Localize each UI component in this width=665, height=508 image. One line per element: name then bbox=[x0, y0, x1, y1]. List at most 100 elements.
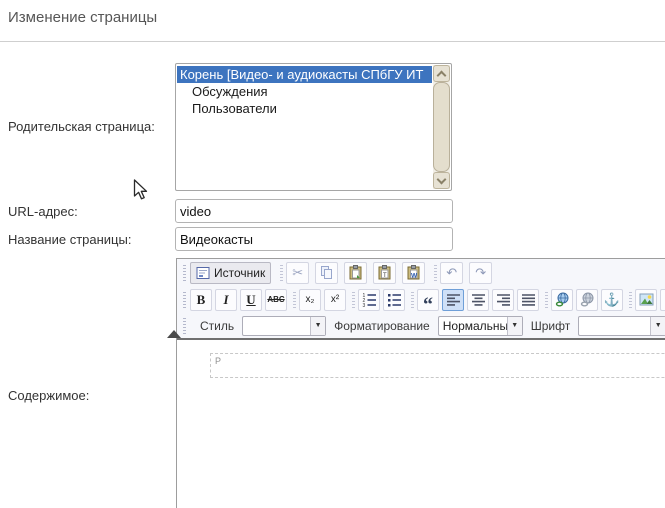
scrollbar-thumb[interactable] bbox=[433, 82, 450, 172]
link-icon bbox=[555, 292, 570, 307]
toolbar-row-3: Стиль ▼ Форматирование Нормальный ▼ Шриф… bbox=[177, 313, 665, 338]
toolbar-separator bbox=[280, 265, 283, 281]
svg-text:3: 3 bbox=[362, 303, 365, 307]
url-label: URL-адрес: bbox=[8, 204, 78, 219]
ordered-list-icon: 123 bbox=[362, 292, 377, 307]
underline-button[interactable]: U bbox=[240, 289, 262, 311]
list-item[interactable]: Пользователи bbox=[177, 100, 432, 117]
url-input[interactable] bbox=[175, 199, 453, 223]
anchor-button[interactable]: ⚓ bbox=[601, 289, 623, 311]
superscript-icon: x² bbox=[331, 294, 339, 305]
align-right-icon bbox=[496, 292, 511, 307]
page-name-label: Название страницы: bbox=[8, 232, 131, 247]
italic-button[interactable]: I bbox=[215, 289, 237, 311]
toolbar-separator bbox=[411, 292, 414, 308]
unlink-button[interactable] bbox=[576, 289, 598, 311]
image-icon bbox=[639, 292, 654, 307]
font-select-value bbox=[579, 317, 650, 335]
undo-icon: ↶ bbox=[446, 267, 457, 279]
align-center-icon bbox=[471, 292, 486, 307]
format-select[interactable]: Нормальный ▼ bbox=[438, 316, 523, 336]
toolbar-grip bbox=[183, 318, 186, 334]
superscript-button[interactable]: x² bbox=[324, 289, 346, 311]
dropdown-arrow-icon: ▼ bbox=[507, 317, 522, 335]
align-center-button[interactable] bbox=[467, 289, 489, 311]
justify-button[interactable] bbox=[517, 289, 539, 311]
scroll-down-button[interactable] bbox=[433, 172, 450, 189]
align-left-icon bbox=[446, 292, 461, 307]
toolbar-separator bbox=[352, 292, 355, 308]
anchor-icon: ⚓ bbox=[604, 292, 620, 308]
redo-icon: ↷ bbox=[475, 267, 486, 279]
source-icon bbox=[196, 266, 210, 280]
style-select-value bbox=[243, 317, 310, 335]
toolbar-grip bbox=[183, 265, 186, 281]
subscript-button[interactable]: x₂ bbox=[299, 289, 321, 311]
align-right-button[interactable] bbox=[492, 289, 514, 311]
parent-page-listbox[interactable]: Корень [Видео- и аудиокасты СПбГУ ИТ Обс… bbox=[175, 63, 452, 191]
svg-text:T: T bbox=[383, 273, 387, 279]
toolbar-separator bbox=[545, 292, 548, 308]
paragraph-block-outline[interactable]: P bbox=[210, 353, 665, 378]
strikethrough-icon: ABC bbox=[267, 295, 284, 304]
paste-from-word-icon: W bbox=[406, 265, 421, 280]
redo-button[interactable]: ↷ bbox=[469, 262, 492, 284]
list-item[interactable]: Обсуждения bbox=[177, 83, 432, 100]
underline-icon: U bbox=[246, 292, 255, 308]
paste-plain-text-button[interactable]: T bbox=[373, 262, 396, 284]
unordered-list-button[interactable] bbox=[383, 289, 405, 311]
toolbar-grip bbox=[183, 292, 186, 308]
paste-button[interactable] bbox=[344, 262, 367, 284]
chevron-down-icon bbox=[437, 174, 447, 184]
cut-button[interactable]: ✂ bbox=[286, 262, 309, 284]
format-label: Форматирование bbox=[334, 319, 430, 333]
subscript-icon: x₂ bbox=[306, 294, 315, 305]
listbox-items: Корень [Видео- и аудиокасты СПбГУ ИТ Обс… bbox=[177, 65, 432, 189]
justify-icon bbox=[521, 292, 536, 307]
format-select-value: Нормальный bbox=[439, 317, 507, 335]
scroll-up-button[interactable] bbox=[433, 65, 450, 82]
listbox-scrollbar[interactable] bbox=[433, 65, 450, 189]
parent-page-label: Родительская страница: bbox=[8, 119, 155, 134]
style-label: Стиль bbox=[200, 319, 234, 333]
dropdown-arrow-icon: ▼ bbox=[650, 317, 665, 335]
mouse-cursor bbox=[133, 179, 149, 201]
toolbar-separator bbox=[293, 292, 296, 308]
cut-icon: ✂ bbox=[292, 265, 303, 281]
copy-button[interactable] bbox=[315, 262, 338, 284]
style-select[interactable]: ▼ bbox=[242, 316, 326, 336]
block-tag-label: P bbox=[215, 356, 221, 366]
editor-content-area[interactable]: P bbox=[177, 338, 665, 508]
page-edit-form: { "page": { "title": "Изменение страницы… bbox=[0, 0, 665, 486]
page-name-input[interactable] bbox=[175, 227, 453, 251]
font-select[interactable]: ▼ bbox=[578, 316, 665, 336]
bold-button[interactable]: B bbox=[190, 289, 212, 311]
paste-from-word-button[interactable]: W bbox=[402, 262, 425, 284]
unordered-list-icon bbox=[387, 292, 402, 307]
undo-button[interactable]: ↶ bbox=[440, 262, 463, 284]
paste-icon bbox=[348, 265, 363, 280]
align-left-button[interactable] bbox=[442, 289, 464, 311]
blockquote-button[interactable]: “ bbox=[417, 289, 439, 311]
content-label: Содержимое: bbox=[8, 388, 89, 403]
image-button[interactable] bbox=[635, 289, 657, 311]
link-button[interactable] bbox=[551, 289, 573, 311]
toolbar-row-2: B I U ABC x₂ x² 123 “ bbox=[177, 286, 665, 313]
toolbar-separator bbox=[434, 265, 437, 281]
list-item[interactable]: Корень [Видео- и аудиокасты СПбГУ ИТ bbox=[177, 66, 432, 83]
toolbar-row-1: Источник ✂ T W ↶ ↷ bbox=[177, 259, 665, 286]
flash-button[interactable] bbox=[660, 289, 665, 311]
unlink-icon bbox=[580, 292, 595, 307]
svg-text:W: W bbox=[411, 273, 418, 280]
dropdown-arrow-icon: ▼ bbox=[310, 317, 325, 335]
chevron-up-icon bbox=[437, 70, 447, 80]
paste-plain-text-icon: T bbox=[377, 265, 392, 280]
source-button[interactable]: Источник bbox=[190, 262, 271, 284]
strikethrough-button[interactable]: ABC bbox=[265, 289, 287, 311]
title-divider bbox=[0, 41, 665, 42]
toolbar-collapse-button[interactable] bbox=[167, 330, 181, 338]
bold-icon: B bbox=[197, 292, 206, 308]
rich-text-editor: Источник ✂ T W ↶ ↷ B I U ABC x₂ x² 123 bbox=[176, 258, 665, 508]
italic-icon: I bbox=[223, 292, 228, 308]
ordered-list-button[interactable]: 123 bbox=[358, 289, 380, 311]
